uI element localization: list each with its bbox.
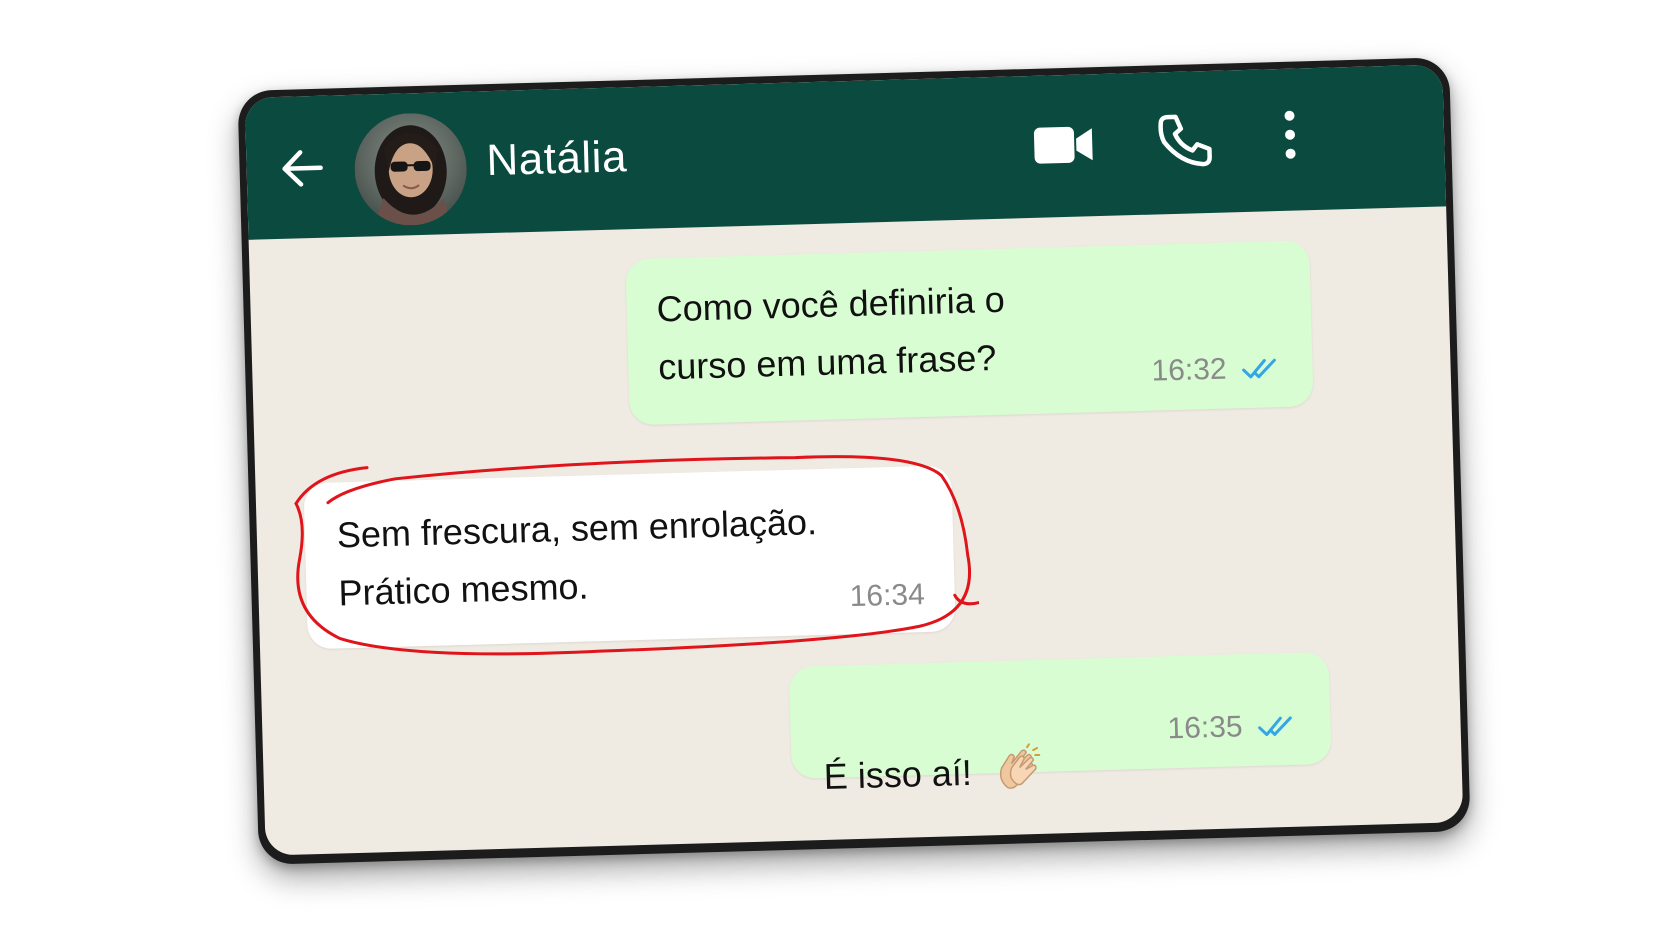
message-time: 16:32 xyxy=(1151,352,1228,388)
message-time: 16:34 xyxy=(849,578,926,614)
message-list[interactable]: Como você definiria o curso em uma frase… xyxy=(249,206,1464,855)
chat-screen: Natália Como você definiria o curso em u… xyxy=(244,64,1464,856)
phone-icon xyxy=(1158,114,1212,167)
message-text: É isso aí! xyxy=(821,684,1044,806)
video-camera-icon xyxy=(1033,126,1093,164)
outgoing-message[interactable]: É isso aí! 16:35 xyxy=(788,651,1332,797)
message-text-content: É isso aí! xyxy=(823,751,973,797)
avatar[interactable] xyxy=(353,111,469,227)
message-text: Como você definiria o curso em uma frase… xyxy=(656,278,1006,388)
avatar-photo xyxy=(353,111,469,227)
arrow-left-icon xyxy=(282,150,323,187)
back-button[interactable] xyxy=(276,142,329,195)
double-check-read-icon xyxy=(1258,716,1292,737)
clapping-hands-icon xyxy=(999,743,1041,789)
video-call-button[interactable] xyxy=(1032,122,1097,168)
voice-call-button[interactable] xyxy=(1155,111,1215,171)
more-options-button[interactable] xyxy=(1277,106,1303,163)
message-text: Sem frescura, sem enrolação. Prático mes… xyxy=(336,501,818,614)
message-meta: 16:32 xyxy=(1151,351,1285,389)
message-meta: 16:35 xyxy=(1167,709,1301,747)
double-check-read-icon xyxy=(1242,358,1276,379)
message-meta: 16:34 xyxy=(849,578,925,614)
outgoing-message[interactable]: Como você definiria o curso em uma frase… xyxy=(625,240,1314,426)
contact-name[interactable]: Natália xyxy=(486,132,628,186)
more-vertical-icon xyxy=(1284,110,1296,159)
stage: Natália Como você definiria o curso em u… xyxy=(0,0,1672,941)
message-time: 16:35 xyxy=(1167,710,1244,746)
phone-frame: Natália Como você definiria o curso em u… xyxy=(237,57,1471,865)
incoming-message[interactable]: Sem frescura, sem enrolação. Prático mes… xyxy=(303,465,956,650)
